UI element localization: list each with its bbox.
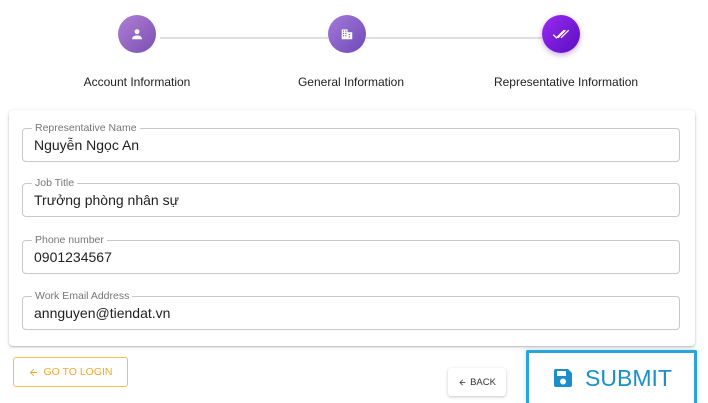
representative-name-field[interactable]: Representative Name Nguyễn Ngọc An (22, 122, 680, 162)
back-button[interactable]: BACK (448, 368, 506, 396)
phone-number-label: Phone number (32, 234, 107, 246)
back-label: BACK (470, 376, 496, 388)
job-title-label: Job Title (32, 177, 78, 189)
work-email-field[interactable]: Work Email Address annguyen@tiendat.vn (22, 290, 680, 330)
step-connector (366, 37, 542, 39)
work-email-value[interactable]: annguyen@tiendat.vn (34, 304, 170, 322)
save-icon (554, 369, 573, 387)
double-check-icon (552, 29, 570, 39)
step-1-label: Account Information (83, 75, 191, 89)
step-3-label: Representative Information (493, 75, 639, 89)
go-to-login-button[interactable]: GO TO LOGIN (13, 357, 128, 387)
job-title-field[interactable]: Job Title Trưởng phòng nhân sự (22, 177, 680, 217)
step-1-circle[interactable] (118, 15, 156, 53)
phone-number-field[interactable]: Phone number 0901234567 (22, 234, 680, 274)
submit-button[interactable]: SUBMIT (526, 350, 697, 403)
business-icon (341, 29, 353, 40)
arrow-left-icon (30, 368, 38, 376)
step-3-circle[interactable] (542, 15, 580, 53)
step-2-circle[interactable] (328, 15, 366, 53)
representative-form-card: Representative Name Nguyễn Ngọc An Job T… (9, 110, 695, 346)
phone-number-value[interactable]: 0901234567 (34, 248, 112, 266)
representative-name-label: Representative Name (32, 122, 140, 134)
person-icon (132, 29, 142, 40)
representative-name-value[interactable]: Nguyễn Ngọc An (34, 136, 139, 154)
step-2-label: General Information (297, 75, 405, 89)
go-to-login-label: GO TO LOGIN (43, 366, 113, 378)
job-title-value[interactable]: Trưởng phòng nhân sự (34, 191, 179, 209)
work-email-label: Work Email Address (32, 290, 133, 302)
step-connector (160, 37, 328, 39)
submit-label: SUBMIT (585, 364, 672, 391)
arrow-left-icon (459, 379, 466, 385)
stepper: Account Information General Information … (0, 0, 708, 110)
